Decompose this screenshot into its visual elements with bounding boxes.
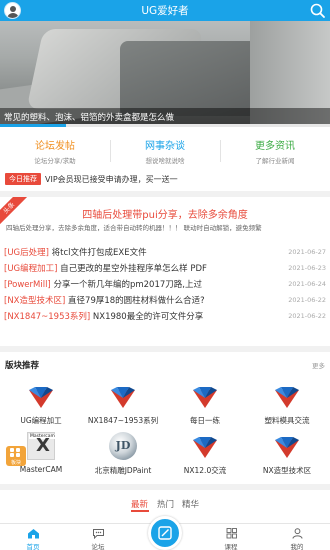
daily-recommend[interactable]: 今日推荐 VIP会员现已接受申请办理，买一送一 (0, 173, 330, 187)
block-label: MasterCAM (19, 465, 63, 474)
daily-recommend-tag: 今日推荐 (5, 173, 41, 185)
post-icon (158, 526, 172, 540)
post-item[interactable]: [NX1847~1953系列] NX1980最全的许可文件分享 2021-06-… (0, 310, 330, 326)
section-divider (0, 484, 330, 490)
post-date: 2021-06-22 (288, 312, 326, 320)
app-title: UG爱好者 (141, 5, 189, 17)
banner-progress-bar (0, 124, 330, 127)
post-item[interactable]: [PowerMill] 分享一个新几年编的pm2017刀路,上过 2021-06… (0, 278, 330, 294)
post-category: [UG编程加工] (4, 264, 58, 274)
nav-course[interactable]: 课程 (211, 528, 251, 550)
post-category: [UG后处理] (4, 248, 49, 258)
block-item[interactable]: JD 北京精雕JDPaint (82, 432, 164, 478)
nav-label: 课程 (224, 543, 238, 550)
tab-essence[interactable]: 精华 (182, 498, 199, 510)
nav-profile[interactable]: 我的 (277, 528, 317, 550)
post-date: 2021-06-22 (288, 296, 326, 304)
banner-progress-fill (0, 124, 66, 127)
nav-label: 首页 (26, 543, 40, 550)
post-title: 自己更改的星空外挂程序单怎么样 PDF (57, 264, 207, 274)
post-title: 直径79厚18的圆柱材料做什么合适? (65, 296, 205, 306)
block-label: NX1847~1953系列 (87, 416, 159, 425)
quick-link-subtitle: 想说啥就说啥 (145, 157, 185, 165)
mastercam-logo-icon: Mastercam X (27, 432, 56, 460)
featured-title: 四轴后处理带pui分享，去除多余角度 (82, 210, 248, 221)
active-tab-underline (131, 510, 149, 512)
nx-logo-icon (193, 437, 217, 458)
featured-post[interactable]: 头条 四轴后处理带pui分享，去除多余角度 四轴后处理分享，去除多余角度，适合带… (0, 197, 330, 235)
post-date: 2021-06-23 (288, 264, 326, 272)
post-title: 分享一个新几年编的pm2017刀路,上过 (50, 280, 202, 290)
quick-link-title: 更多资讯 (255, 141, 295, 152)
search-icon[interactable] (309, 2, 326, 19)
quick-link-title: 网事杂谈 (145, 141, 185, 152)
float-button-label: 板块 (10, 460, 21, 466)
banner-carousel[interactable]: 常见的塑料、泡沫、铝箔的外卖盒都是怎么做 (0, 21, 330, 124)
banner-caption: 常见的塑料、泡沫、铝箔的外卖盒都是怎么做 (0, 108, 330, 124)
chat-icon (92, 529, 104, 539)
post-item[interactable]: [NX造型技术区] 直径79厚18的圆柱材料做什么合适? 2021-06-22 (0, 294, 330, 310)
quick-link-subtitle: 了解行业新闻 (255, 157, 295, 165)
quick-link-chat[interactable]: 网事杂谈 想说啥就说啥 (110, 134, 220, 168)
block-item[interactable]: NX1847~1953系列 (82, 382, 164, 428)
block-item[interactable]: UG编程加工 (0, 382, 82, 428)
nx-logo-icon (275, 437, 299, 458)
quick-link-forum-post[interactable]: 论坛发帖 论坛分享/求助 (0, 134, 110, 168)
post-item[interactable]: [UG后处理] 将tcl文件打包成EXE文件 2021-06-27 (0, 246, 330, 262)
jdpaint-logo-icon: JD (109, 432, 137, 460)
block-label: 塑料模具交流 (264, 416, 310, 425)
block-label: NX造型技术区 (262, 466, 312, 475)
featured-description: 四轴后处理分享，去除多余角度，适合带自动转的机器！！！ 联动时自动解锁，避免频繁 (6, 224, 262, 232)
block-item[interactable]: 每日一练 (164, 382, 246, 428)
block-item[interactable]: NX造型技术区 (246, 432, 328, 478)
nx-logo-icon (193, 387, 217, 408)
nav-forum[interactable]: 论坛 (78, 528, 118, 550)
post-title: NX1980最全的许可文件分享 (90, 312, 204, 322)
nx-logo-icon (111, 387, 135, 408)
nx-logo-icon (29, 387, 53, 408)
jdpaint-logo-text: JD (115, 439, 131, 452)
quick-link-news[interactable]: 更多资讯 了解行业新闻 (220, 134, 330, 168)
block-item[interactable]: 塑料模具交流 (246, 382, 328, 428)
block-item[interactable]: NX12.0交流 (164, 432, 246, 478)
feed-tabs: 最新 热门 精华 (0, 496, 330, 512)
block-grid: UG编程加工 NX1847~1953系列 每日一练 塑料模具交流 Masterc… (0, 382, 330, 476)
block-label: 北京精雕JDPaint (94, 466, 152, 475)
nav-label: 我的 (290, 543, 304, 550)
blocks-more-link[interactable]: 更多 (312, 360, 325, 370)
block-label: NX12.0交流 (183, 466, 227, 475)
tab-latest[interactable]: 最新 (131, 498, 148, 510)
quick-links: 论坛发帖 论坛分享/求助 网事杂谈 想说啥就说啥 更多资讯 了解行业新闻 (0, 134, 330, 168)
blocks-heading: 版块推荐 (5, 361, 40, 371)
block-float-button[interactable]: 板块 (6, 446, 26, 466)
nx-logo-icon (275, 387, 299, 408)
section-divider (0, 346, 330, 352)
post-title: 将tcl文件打包成EXE文件 (48, 248, 147, 258)
daily-recommend-text: VIP会员现已接受申请办理，买一送一 (45, 175, 178, 184)
quick-link-subtitle: 论坛分享/求助 (34, 157, 76, 165)
app-header: UG爱好者 (0, 0, 330, 21)
quick-link-title: 论坛发帖 (35, 141, 75, 152)
post-button[interactable] (148, 516, 182, 550)
block-label: UG编程加工 (20, 416, 62, 425)
post-item[interactable]: [UG编程加工] 自己更改的星空外挂程序单怎么样 PDF 2021-06-23 (0, 262, 330, 278)
nav-label: 论坛 (91, 543, 105, 550)
post-date: 2021-06-27 (288, 248, 326, 256)
nav-home[interactable]: 首页 (13, 528, 53, 550)
profile-icon (292, 528, 302, 539)
post-list: [UG后处理] 将tcl文件打包成EXE文件 2021-06-27 [UG编程加… (0, 246, 330, 326)
tab-hot[interactable]: 热门 (157, 498, 174, 510)
post-category: [PowerMill] (4, 280, 51, 290)
blocks-header: 版块推荐 更多 (0, 357, 330, 371)
block-label: 每日一练 (190, 416, 220, 425)
post-category: [NX造型技术区] (4, 296, 66, 306)
post-category: [NX1847~1953系列] (4, 312, 91, 322)
course-grid-icon (226, 528, 237, 539)
home-icon (27, 529, 39, 539)
bottom-nav: 首页 论坛 课程 我的 (0, 516, 330, 550)
post-date: 2021-06-24 (288, 280, 326, 288)
